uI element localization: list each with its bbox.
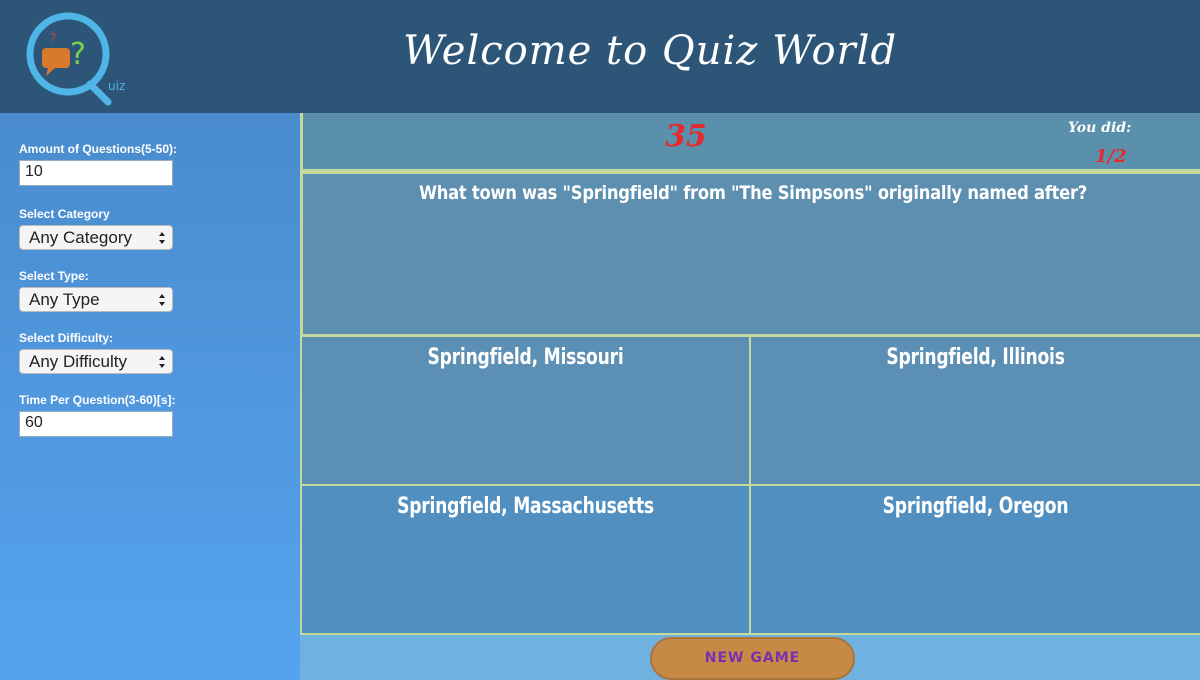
difficulty-select-value: Any Difficulty (29, 352, 127, 371)
select-arrows-icon (159, 232, 165, 244)
answer-option-4[interactable]: Springfield, Oregon (750, 486, 1200, 635)
answer-option-2[interactable]: Springfield, Illinois (750, 337, 1200, 486)
question-box: What town was "Springfield" from "The Si… (300, 172, 1200, 337)
app-header: ? ? uiz Welcome to Quiz World (0, 0, 1200, 113)
page-title: Welcome to Quiz World (402, 28, 898, 74)
select-arrows-icon (159, 294, 165, 306)
time-input[interactable]: 60 (19, 411, 173, 437)
category-field-group: Select Category Any Category (19, 207, 179, 250)
amount-input[interactable]: 10 (19, 160, 173, 186)
time-label: Time Per Question(3-60)[s]: (19, 393, 176, 407)
type-field-group: Select Type: Any Type (19, 269, 179, 312)
amount-field-group: Amount of Questions(5-50): 10 (19, 142, 179, 186)
difficulty-field-group: Select Difficulty: Any Difficulty (19, 331, 179, 374)
type-select[interactable]: Any Type (19, 287, 173, 312)
category-label: Select Category (19, 207, 110, 221)
time-field-group: Time Per Question(3-60)[s]: 60 (19, 393, 179, 437)
new-game-button[interactable]: NEW GAME (650, 637, 855, 680)
answer-option-label: Springfield, Illinois (886, 345, 1065, 370)
amount-label: Amount of Questions(5-50): (19, 142, 177, 156)
score-label: You did: (1068, 120, 1132, 136)
settings-sidebar: Amount of Questions(5-50): 10 Select Cat… (0, 113, 300, 680)
answer-option-label: Springfield, Massachusetts (397, 494, 654, 519)
answer-option-1[interactable]: Springfield, Missouri (300, 337, 750, 486)
select-arrows-icon (159, 356, 165, 368)
question-text: What town was "Springfield" from "The Si… (418, 182, 1087, 204)
type-select-value: Any Type (29, 290, 100, 309)
difficulty-select[interactable]: Any Difficulty (19, 349, 173, 374)
game-panel: 35 You did: 1/2 What town was "Springfie… (300, 113, 1200, 680)
countdown-timer: 35 (665, 119, 707, 154)
answer-option-label: Springfield, Oregon (882, 494, 1069, 519)
score-value: 1/2 (1095, 146, 1127, 167)
category-select-value: Any Category (29, 228, 132, 247)
status-bar: 35 You did: 1/2 (300, 113, 1200, 172)
category-select[interactable]: Any Category (19, 225, 173, 250)
difficulty-label: Select Difficulty: (19, 331, 114, 345)
answer-option-3[interactable]: Springfield, Massachusetts (300, 486, 750, 635)
answer-option-label: Springfield, Missouri (427, 345, 624, 370)
logo-text: uiz (108, 79, 125, 93)
type-label: Select Type: (19, 269, 89, 283)
